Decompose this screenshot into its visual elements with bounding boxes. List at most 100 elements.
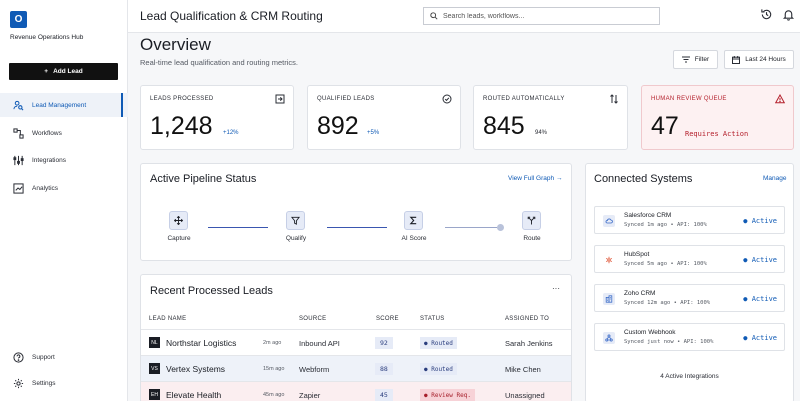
column-header[interactable]: SOURCE (299, 316, 326, 322)
integration-salesforce[interactable]: Salesforce CRM Synced 1m ago • API: 100%… (594, 206, 785, 234)
sidebar-item-analytics[interactable]: Analytics (0, 176, 128, 200)
date-range-button[interactable]: Last 24 Hours (724, 50, 794, 69)
lead-score: 88 (375, 363, 393, 375)
metric-card-routed-automatically: ROUTED AUTOMATICALLY 845 94% (473, 85, 628, 150)
integration-hubspot[interactable]: HubSpot Synced 5m ago • API: 100% ● Acti… (594, 245, 785, 273)
stage-route[interactable] (522, 211, 541, 230)
workflow-icon (13, 127, 24, 139)
lead-assignee: Mike Chen (505, 365, 541, 374)
metric-label: ROUTED AUTOMATICALLY (483, 96, 565, 102)
move-icon (174, 216, 183, 225)
stage-label: Capture (167, 235, 191, 242)
status-badge: ● Active (743, 256, 777, 264)
view-full-graph-link[interactable]: View Full Graph → (508, 175, 562, 182)
add-lead-button[interactable]: + Add Lead (9, 63, 118, 80)
column-header[interactable]: ASSIGNED TO (505, 316, 549, 322)
integration-sync: Synced 5m ago • API: 100% (624, 261, 707, 267)
user-search-icon (13, 100, 24, 110)
history-icon[interactable] (760, 8, 773, 21)
pipeline-title: Active Pipeline Status (150, 173, 257, 185)
plus-icon: + (44, 68, 49, 75)
metric-value: 47 (651, 112, 679, 140)
lead-avatar: EH (149, 389, 160, 400)
bell-icon[interactable] (782, 8, 795, 21)
lead-source: Webform (299, 365, 330, 374)
sidebar-item-label: Integrations (32, 156, 66, 164)
sidebar-item-workflows[interactable]: Workflows (0, 121, 128, 145)
status-badge: ● Routed (420, 337, 457, 349)
metric-delta: +5% (367, 130, 380, 136)
hubspot-icon (606, 256, 612, 264)
sidebar-item-lead-management[interactable]: Lead Management (0, 93, 128, 117)
webhook-icon (605, 334, 613, 342)
stage-qualify[interactable] (286, 211, 305, 230)
lead-time: 2m ago (263, 340, 282, 346)
manage-link[interactable]: Manage (763, 175, 787, 182)
lead-name: Vertex Systems (166, 364, 226, 374)
status-badge: ● Active (743, 217, 777, 225)
column-header[interactable]: SCORE (376, 316, 399, 322)
stage-ai-score[interactable] (404, 211, 423, 230)
view-full-graph-label: View Full Graph (508, 175, 555, 182)
metric-card-human-review-queue[interactable]: HUMAN REVIEW QUEUE 47 Requires Action (641, 85, 794, 150)
filter-icon (681, 56, 690, 63)
metric-card-qualified-leads: QUALIFIED LEADS 892 +5% (307, 85, 461, 150)
integration-zoho[interactable]: Zoho CRM Synced 12m ago • API: 100% ● Ac… (594, 284, 785, 312)
lead-source: Inbound API (299, 339, 340, 348)
app-title: Lead Qualification & CRM Routing (140, 9, 323, 23)
sidebar-item-settings[interactable]: Settings (0, 371, 128, 395)
column-header[interactable]: STATUS (420, 316, 445, 322)
metric-label: LEADS PROCESSED (150, 96, 214, 102)
table-row[interactable]: EH Elevate Health 45m ago Zapier 45 ● Re… (141, 381, 571, 401)
metric-value: 845 (483, 112, 525, 140)
integration-name: Salesforce CRM (624, 212, 672, 219)
stage-label: Qualify (285, 235, 307, 242)
status-badge: ● Routed (420, 363, 457, 375)
table-row[interactable]: NL Northstar Logistics 2m ago Inbound AP… (141, 329, 571, 355)
chart-icon (13, 182, 24, 194)
brand-logo: O (10, 11, 27, 28)
sidebar-item-support[interactable]: Support (0, 345, 128, 369)
integration-name: Custom Webhook (624, 329, 676, 336)
status-badge: ● Active (743, 295, 777, 303)
stage-capture[interactable] (169, 211, 188, 230)
top-header: Lead Qualification & CRM Routing (128, 0, 800, 33)
more-options-icon[interactable]: ··· (552, 284, 560, 293)
metric-delta: 94% (535, 130, 548, 136)
warning-icon (775, 94, 785, 104)
integration-webhook[interactable]: Custom Webhook Synced just now • API: 10… (594, 323, 785, 351)
metric-delta: +12% (223, 130, 239, 136)
integration-name: HubSpot (624, 251, 650, 258)
metric-card-leads-processed: LEADS PROCESSED 1,248 +12% (140, 85, 294, 150)
metric-label: HUMAN REVIEW QUEUE (651, 96, 727, 102)
sidebar: O Revenue Operations Hub + Add Lead Lead… (0, 0, 128, 401)
table-row[interactable]: VS Vertex Systems 15m ago Webform 88 ● R… (141, 355, 571, 381)
active-integrations-count: 4 Active Integrations (660, 373, 719, 380)
sidebar-item-label: Analytics (32, 184, 59, 192)
cloud-icon (605, 218, 613, 224)
settings-label: Settings (32, 379, 56, 387)
column-header[interactable]: LEAD NAME (149, 316, 186, 322)
lead-source: Zapier (299, 391, 321, 400)
filter-label: Filter (694, 56, 710, 63)
search-icon (430, 12, 438, 20)
gear-icon (13, 378, 24, 388)
stage-label: AI Score (401, 235, 427, 242)
stage-label: Route (523, 235, 541, 242)
lead-time: 15m ago (263, 366, 285, 372)
lead-assignee: Unassigned (505, 391, 545, 400)
pipeline-progress-dot (497, 224, 504, 231)
integration-sync: Synced 12m ago • API: 100% (624, 300, 711, 306)
lead-avatar: VS (149, 363, 160, 374)
filter-button[interactable]: Filter (673, 50, 718, 69)
metric-value: 892 (317, 112, 359, 140)
search-input[interactable] (443, 12, 643, 20)
connected-systems-title: Connected Systems (594, 173, 693, 185)
search-box[interactable] (423, 7, 660, 25)
sidebar-item-label: Lead Management (32, 101, 87, 109)
sidebar-item-integrations[interactable]: Integrations (0, 148, 128, 172)
help-icon (13, 351, 24, 363)
metric-delta: Requires Action (685, 130, 749, 138)
arrow-right-icon: → (555, 175, 563, 182)
integration-sync: Synced just now • API: 100% (624, 339, 714, 345)
